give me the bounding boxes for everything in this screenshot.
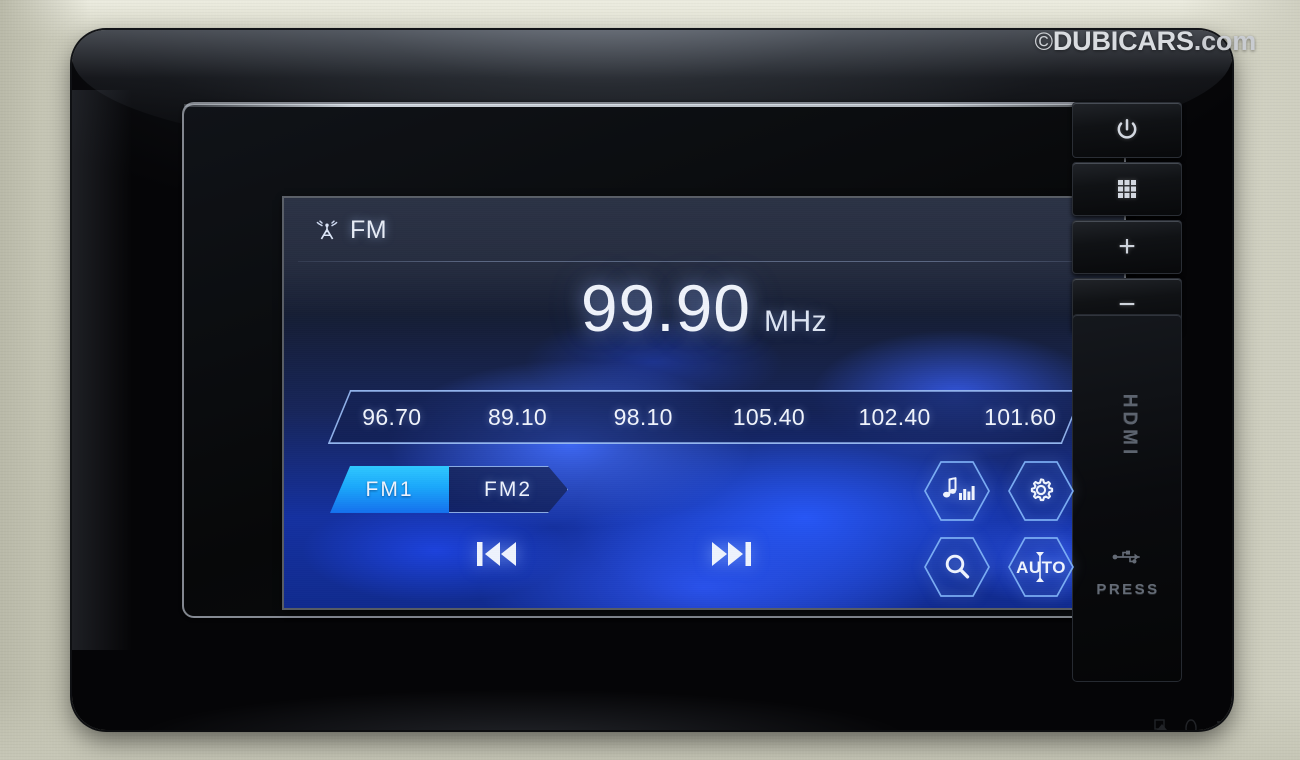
trim-top-highlight (184, 104, 1124, 107)
lcd-screen: FM 99.90 MHz 96.70 89.10 98.10 105.40 10… (284, 198, 1124, 608)
hdmi-label: HDMI (1119, 393, 1140, 459)
preset-button-6[interactable]: 101.60 (957, 404, 1083, 431)
music-equalizer-icon (943, 477, 975, 500)
band-tab-fm2-label: FM2 (484, 477, 532, 501)
watermark-brand: DUBICARS (1052, 26, 1194, 56)
band-tab-fm1-label: FM1 (365, 477, 414, 501)
band-switch: FM1 FM2 (330, 466, 568, 513)
watermark: ©DUBICARS.com (1034, 26, 1257, 57)
grid-3x3-icon (1118, 180, 1136, 198)
plus-icon: + (1118, 230, 1136, 263)
press-label: PRESS (1096, 581, 1160, 598)
auto-updown-icon: AUTO (1016, 552, 1066, 582)
housing-etched-marks (1154, 719, 1225, 730)
housing-edge-highlight (72, 90, 132, 650)
next-track-button[interactable] (710, 537, 754, 576)
skip-previous-icon (477, 541, 516, 566)
frequency-value: 99.90 (580, 271, 751, 345)
scan-search-button[interactable] (924, 536, 990, 598)
radio-antenna-icon (314, 218, 340, 242)
preset-button-4[interactable]: 105.40 (706, 404, 832, 431)
hardware-button-column: + − HDMI PRESS (1072, 102, 1204, 682)
watermark-copyright: © (1034, 28, 1053, 56)
power-icon (1117, 118, 1137, 139)
settings-button[interactable] (1008, 460, 1074, 522)
band-tab-fm1[interactable]: FM1 (330, 466, 449, 513)
volume-up-button[interactable]: + (1072, 220, 1182, 274)
svg-text:AUTO: AUTO (1016, 558, 1066, 577)
frequency-display: 99.90 MHz (284, 270, 1124, 354)
watermark-tld: .com (1193, 26, 1256, 56)
head-unit-housing: FM 99.90 MHz 96.70 89.10 98.10 105.40 10… (72, 30, 1232, 730)
auto-store-button[interactable]: AUTO (1008, 536, 1074, 598)
frequency-unit: MHz (764, 305, 828, 338)
port-panel: HDMI PRESS (1072, 314, 1182, 682)
band-tab-fm2[interactable]: FM2 (449, 466, 568, 513)
gear-icon (1030, 478, 1054, 502)
header-divider (298, 261, 1110, 262)
transport-controls (474, 528, 754, 584)
apps-grid-button[interactable] (1072, 162, 1182, 216)
skip-next-icon (712, 541, 751, 566)
previous-track-button[interactable] (474, 537, 518, 576)
housing-bottom-reflection (112, 630, 1192, 730)
band-label: FM (350, 215, 388, 244)
magnifier-icon (945, 554, 970, 579)
screen-header: FM (284, 198, 1124, 262)
preset-button-2[interactable]: 89.10 (455, 404, 581, 431)
preset-button-3[interactable]: 98.10 (580, 404, 706, 431)
preset-button-5[interactable]: 102.40 (832, 404, 958, 431)
preset-bar: 96.70 89.10 98.10 105.40 102.40 101.60 (328, 390, 1084, 444)
equalizer-button[interactable] (924, 460, 990, 522)
power-button[interactable] (1072, 102, 1182, 158)
usb-icon (1111, 547, 1145, 572)
preset-button-1[interactable]: 96.70 (329, 404, 455, 431)
